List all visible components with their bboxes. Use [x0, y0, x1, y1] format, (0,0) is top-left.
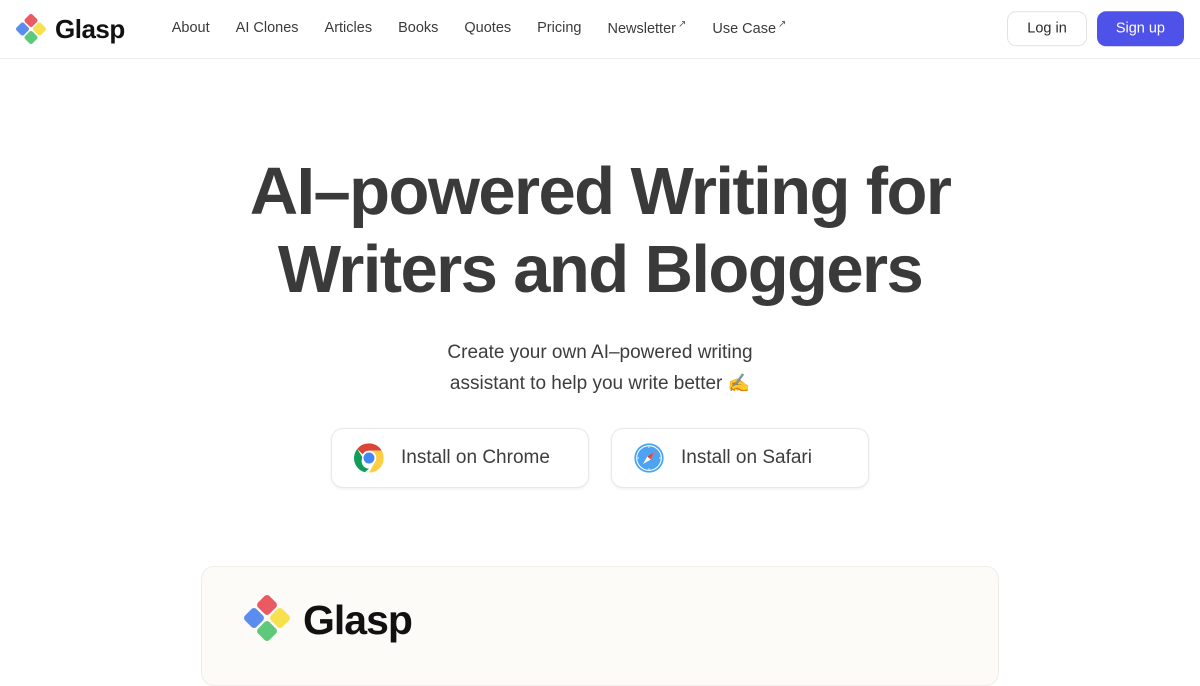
site-header: Glasp About AI Clones Articles Books Quo…: [0, 0, 1200, 59]
nav-item-quotes[interactable]: Quotes: [451, 14, 524, 43]
nav-label: Use Case: [712, 20, 777, 37]
nav-label: About: [171, 20, 210, 37]
nav-label: Quotes: [464, 20, 512, 37]
external-link-icon: ↗: [778, 18, 787, 30]
safari-icon: [633, 442, 665, 474]
nav-item-pricing[interactable]: Pricing: [524, 14, 594, 43]
writing-hand-emoji: ✍: [727, 373, 751, 393]
nav-label: Newsletter: [607, 20, 676, 37]
glasp-diamond-logo-icon: [244, 595, 290, 646]
promo-card-brand-name: Glasp: [303, 597, 413, 643]
nav-item-about[interactable]: About: [159, 14, 223, 43]
nav-item-books[interactable]: Books: [385, 14, 451, 43]
nav-label: AI Clones: [235, 20, 299, 37]
promo-card-brand: Glasp: [244, 595, 413, 646]
brand-logo-link[interactable]: Glasp: [16, 14, 125, 44]
install-on-safari-label: Install on Safari: [681, 447, 812, 468]
install-on-chrome-button[interactable]: Install on Chrome: [331, 428, 589, 488]
main-nav: About AI Clones Articles Books Quotes Pr…: [159, 14, 800, 44]
auth-actions: Log in Sign up: [1007, 11, 1184, 47]
chrome-icon: [353, 442, 385, 474]
glasp-diamond-logo-icon: [16, 14, 46, 44]
install-on-chrome-label: Install on Chrome: [401, 447, 550, 468]
hero-title-line-1: AI–powered Writing for: [249, 154, 952, 229]
nav-item-newsletter[interactable]: Newsletter ↗: [594, 14, 699, 44]
nav-item-ai-clones[interactable]: AI Clones: [223, 14, 312, 43]
nav-label: Articles: [324, 20, 373, 37]
hero-section: AI–powered Writing for Writers and Blogg…: [0, 59, 1200, 488]
hero-subtitle: Create your own AI–powered writing assis…: [0, 337, 1200, 399]
promo-card[interactable]: Glasp: [201, 566, 999, 686]
nav-item-use-case[interactable]: Use Case ↗: [699, 14, 799, 44]
page-title: AI–powered Writing for Writers and Blogg…: [230, 153, 970, 309]
hero-subtitle-line-1: Create your own AI–powered writing: [447, 342, 753, 363]
nav-label: Books: [398, 20, 439, 37]
hero-title-line-2: Writers and Bloggers: [277, 232, 924, 307]
signup-button[interactable]: Sign up: [1096, 11, 1184, 47]
install-on-safari-button[interactable]: Install on Safari: [611, 428, 869, 488]
nav-label: Pricing: [537, 20, 582, 37]
external-link-icon: ↗: [677, 18, 687, 30]
brand-name: Glasp: [55, 14, 125, 44]
login-button[interactable]: Log in: [1007, 11, 1087, 47]
cta-row: Install on Chrome Install on Safari: [0, 428, 1200, 488]
hero-subtitle-line-2: assistant to help you write better: [449, 373, 723, 394]
nav-item-articles[interactable]: Articles: [312, 14, 386, 43]
